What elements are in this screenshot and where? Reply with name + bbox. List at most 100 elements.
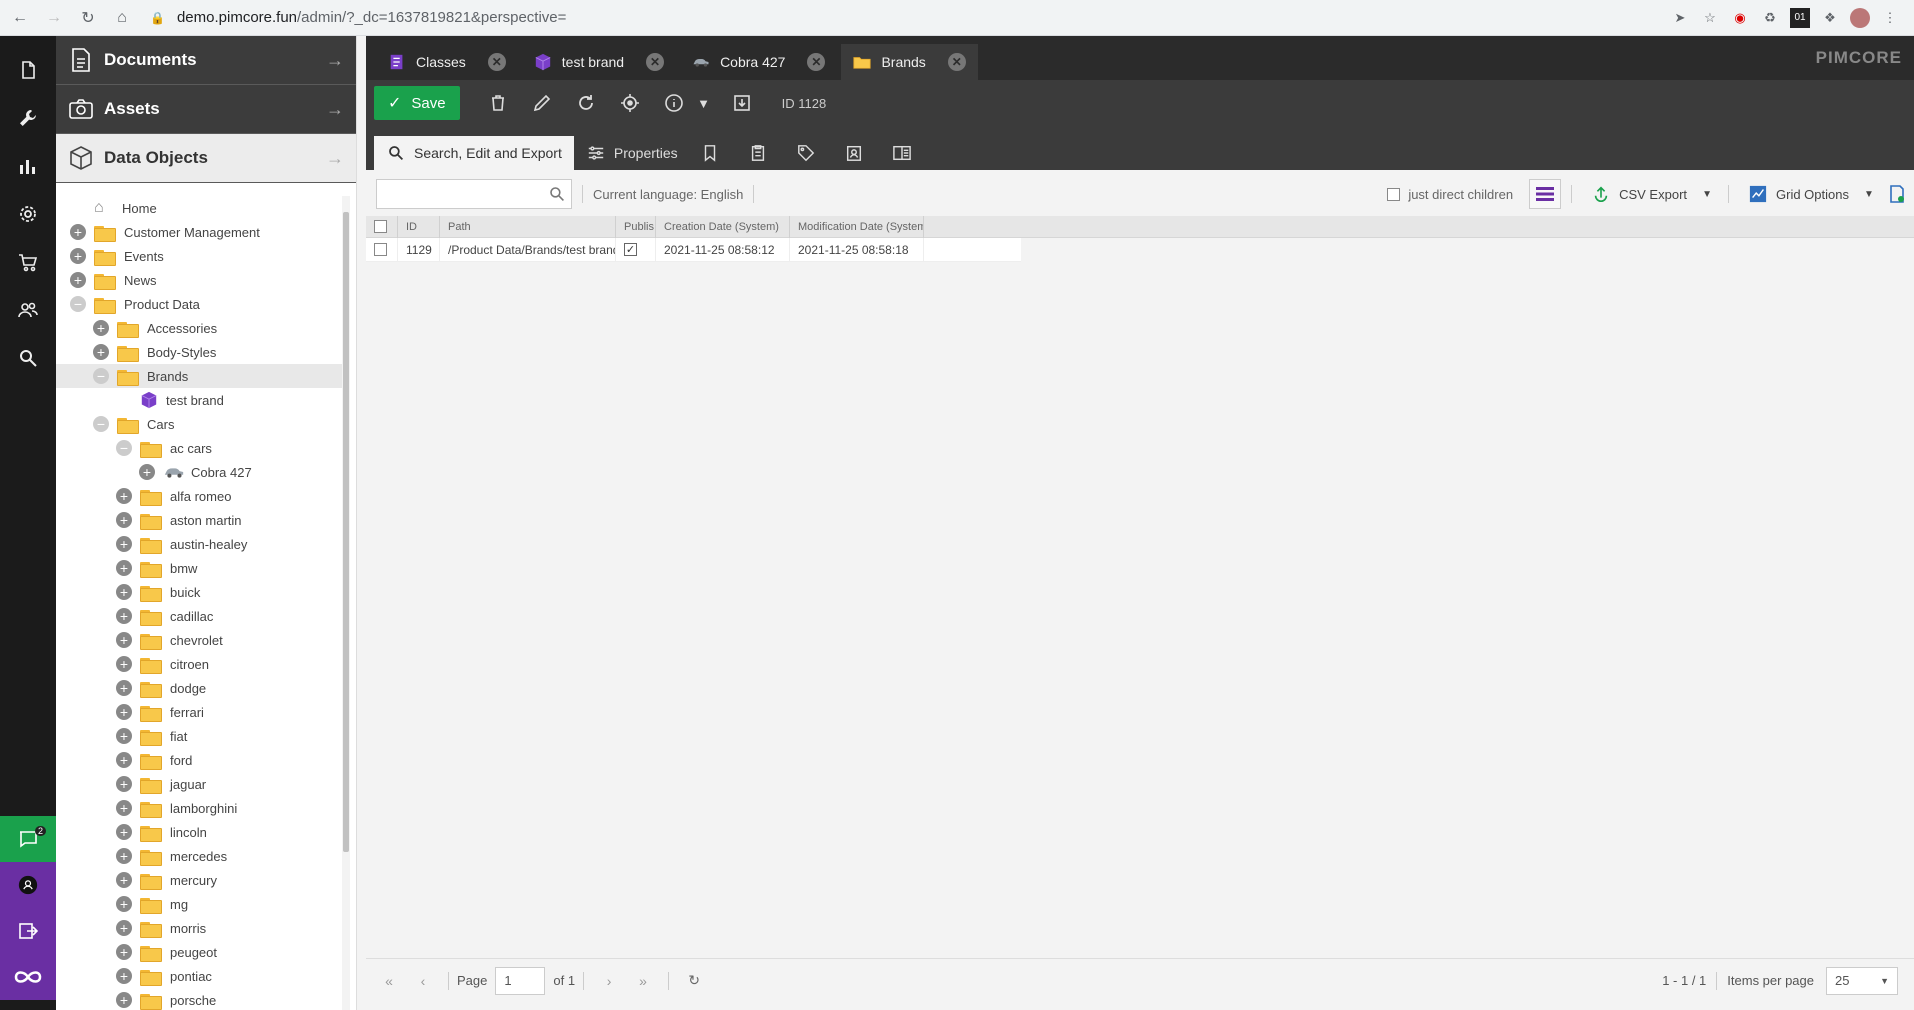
csv-export-dropdown-icon[interactable]: ▼	[1696, 179, 1718, 209]
arrow-right-icon[interactable]: →	[326, 99, 344, 120]
collapse-icon[interactable]: −	[93, 368, 109, 384]
tree-item[interactable]: + Customer Management	[56, 220, 346, 244]
tree-item[interactable]: + dodge	[56, 676, 346, 700]
avatar[interactable]	[1850, 7, 1870, 28]
expand-icon[interactable]: +	[70, 272, 86, 288]
chart-icon[interactable]	[0, 146, 56, 186]
tree-item[interactable]: + Cobra 427	[56, 460, 346, 484]
tab-layout[interactable]	[882, 136, 930, 170]
tree-item[interactable]: + News	[56, 268, 346, 292]
tree-item[interactable]: + ferrari	[56, 700, 346, 724]
locate-in-tree-icon[interactable]	[612, 86, 648, 120]
search-input[interactable]	[376, 179, 572, 209]
panel-splitter[interactable]	[356, 36, 366, 1010]
arrow-right-icon[interactable]: →	[326, 50, 344, 71]
reload-icon[interactable]	[568, 86, 604, 120]
info-icon[interactable]	[656, 86, 692, 120]
expand-icon[interactable]: +	[116, 944, 132, 960]
tree-item[interactable]: + buick	[56, 580, 346, 604]
assets-section[interactable]: Assets →	[56, 85, 356, 134]
tree-item[interactable]: ⌂ Home	[56, 196, 346, 220]
export-icon[interactable]	[724, 86, 760, 120]
tree-item[interactable]: + Body-Styles	[56, 340, 346, 364]
tree-item[interactable]: test brand	[56, 388, 346, 412]
page-number-input[interactable]: 1	[495, 966, 546, 995]
column-header[interactable]: Creation Date (System)	[656, 215, 790, 238]
expand-icon[interactable]: +	[116, 560, 132, 576]
expand-icon[interactable]: +	[116, 776, 132, 792]
checked-checkbox-icon[interactable]: ✓	[624, 243, 637, 256]
tab-tags[interactable]	[786, 136, 834, 170]
table-row[interactable]: 1129/Product Data/Brands/test brand ✓ 2021…	[366, 237, 1021, 262]
batch-edit-button[interactable]	[1529, 179, 1562, 209]
reload-icon[interactable]: ↻	[74, 4, 102, 32]
column-header[interactable]: ID	[398, 215, 440, 238]
collapse-icon[interactable]: −	[70, 296, 86, 312]
search-icon[interactable]	[0, 338, 56, 378]
tab-dependencies[interactable]	[690, 136, 738, 170]
just-direct-children-checkbox[interactable]	[1387, 187, 1401, 201]
delete-icon[interactable]	[480, 86, 516, 120]
notifications-button[interactable]: 2	[0, 816, 56, 862]
first-page-icon[interactable]: «	[372, 967, 406, 995]
puzzle-icon[interactable]: ❖	[1820, 8, 1840, 28]
arrow-right-icon[interactable]: →	[326, 148, 344, 169]
tree-item[interactable]: + lamborghini	[56, 796, 346, 820]
expand-icon[interactable]: +	[70, 224, 86, 240]
expand-icon[interactable]: +	[116, 656, 132, 672]
logout-icon[interactable]	[0, 908, 56, 954]
tree-item[interactable]: + alfa romeo	[56, 484, 346, 508]
user-profile-button[interactable]	[0, 862, 56, 908]
cart-icon[interactable]	[0, 242, 56, 282]
expand-icon[interactable]: +	[116, 920, 132, 936]
expand-icon[interactable]: +	[116, 512, 132, 528]
tree-item[interactable]: + mercury	[56, 868, 346, 892]
expand-icon[interactable]: +	[93, 320, 109, 336]
expand-icon[interactable]: +	[116, 728, 132, 744]
next-page-icon[interactable]: ›	[592, 967, 626, 995]
expand-icon[interactable]: +	[70, 248, 86, 264]
expand-icon[interactable]: +	[116, 584, 132, 600]
tree-item[interactable]: + aston martin	[56, 508, 346, 532]
tree-item[interactable]: + jaguar	[56, 772, 346, 796]
extension-icon[interactable]: ◉	[1730, 8, 1750, 28]
expand-icon[interactable]: +	[116, 848, 132, 864]
expand-icon[interactable]: +	[116, 872, 132, 888]
expand-icon[interactable]: +	[116, 896, 132, 912]
expand-icon[interactable]: +	[116, 824, 132, 840]
tree-item[interactable]: + mercedes	[56, 844, 346, 868]
tree-item[interactable]: + morris	[56, 916, 346, 940]
expand-icon[interactable]: +	[116, 488, 132, 504]
tree-item[interactable]: + bmw	[56, 556, 346, 580]
file-icon[interactable]	[0, 50, 56, 90]
rename-pencil-icon[interactable]	[524, 86, 560, 120]
expand-icon[interactable]: +	[116, 536, 132, 552]
editor-tab[interactable]: test brand ✕	[522, 44, 676, 80]
expand-icon[interactable]: +	[116, 752, 132, 768]
items-per-page-select[interactable]: 25 ▼	[1826, 966, 1898, 995]
column-header[interactable]: Modification Date (System)	[790, 215, 924, 238]
tree-item[interactable]: + fiat	[56, 724, 346, 748]
expand-icon[interactable]: +	[139, 464, 155, 480]
editor-tab[interactable]: Classes ✕	[376, 44, 518, 80]
editor-tab[interactable]: Brands ✕	[841, 44, 978, 80]
tree-item[interactable]: + peugeot	[56, 940, 346, 964]
search-icon[interactable]	[549, 186, 565, 202]
expand-icon[interactable]: +	[116, 632, 132, 648]
tree-item[interactable]: + porsche	[56, 988, 346, 1010]
close-tab-icon[interactable]: ✕	[487, 53, 506, 71]
grid-options-dropdown-icon[interactable]: ▼	[1858, 179, 1880, 209]
tree-item[interactable]: + chevrolet	[56, 628, 346, 652]
close-tab-icon[interactable]: ✕	[947, 53, 966, 71]
tree-item[interactable]: + austin-healey	[56, 532, 346, 556]
gear-icon[interactable]	[0, 194, 56, 234]
previous-page-icon[interactable]: ‹	[406, 967, 440, 995]
tree-item[interactable]: − Cars	[56, 412, 346, 436]
expand-icon[interactable]: +	[93, 344, 109, 360]
editor-tab[interactable]: Cobra 427 ✕	[680, 44, 837, 80]
last-page-icon[interactable]: »	[626, 967, 660, 995]
expand-icon[interactable]: +	[116, 992, 132, 1008]
forward-icon[interactable]: →	[40, 4, 68, 32]
pimcore-logo-icon[interactable]	[0, 954, 56, 1000]
close-tab-icon[interactable]: ✕	[807, 53, 826, 71]
